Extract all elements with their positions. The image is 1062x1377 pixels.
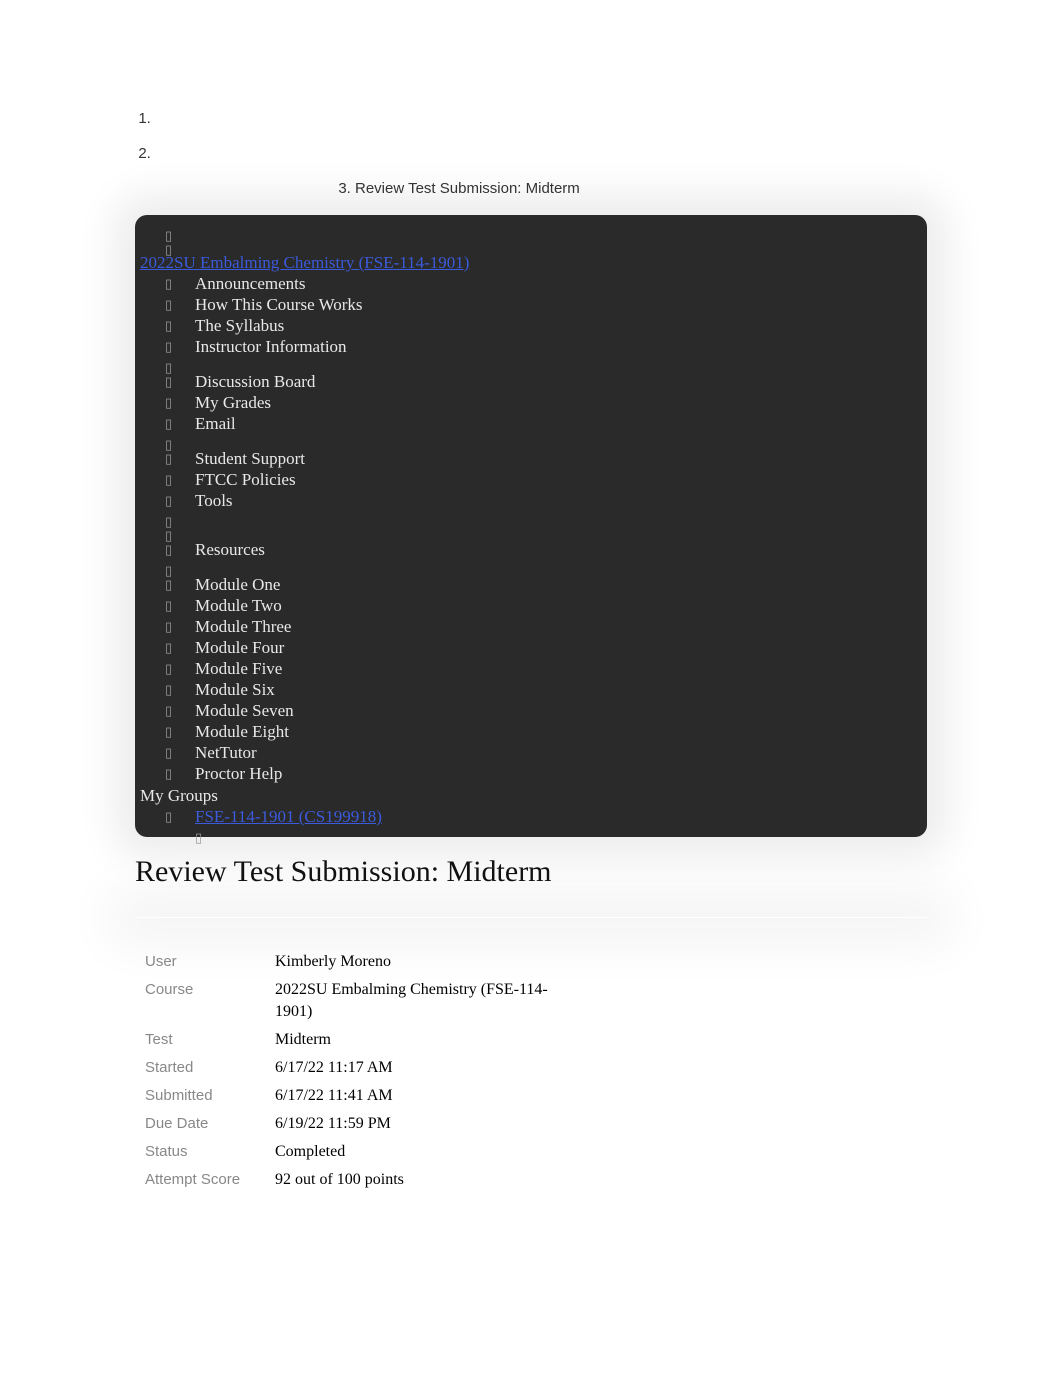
sidebar-item-label: Student Support [195, 449, 305, 468]
sidebar-item[interactable]: Module Eight [135, 721, 927, 742]
table-row: Course2022SU Embalming Chemistry (FSE-11… [145, 976, 575, 1026]
sidebar-item-label: Resources [195, 540, 265, 559]
info-label: Started [145, 1054, 275, 1082]
sidebar-item[interactable]: Module Seven [135, 700, 927, 721]
sidebar-spacer [135, 357, 927, 371]
submission-info-table: UserKimberly MorenoCourse2022SU Embalmin… [145, 948, 575, 1194]
sidebar-item[interactable]: Module One [135, 574, 927, 595]
sidebar-item[interactable]: Email [135, 413, 927, 434]
info-label: Due Date [145, 1110, 275, 1138]
sidebar-item-label: Module Eight [195, 722, 289, 741]
table-row: Attempt Score92 out of 100 points [145, 1166, 575, 1194]
sidebar-item-label: My Grades [195, 393, 271, 412]
sidebar-item-label: Module Four [195, 638, 284, 657]
sidebar-item[interactable]: Discussion Board [135, 371, 927, 392]
sidebar-item[interactable]: Announcements [135, 273, 927, 294]
sidebar-item-label: NetTutor [195, 743, 257, 762]
sidebar-item-label: Tools [195, 491, 233, 510]
sidebar-spacer [135, 560, 927, 574]
group-list: FSE-114-1901 (CS199918) [135, 806, 927, 827]
info-value: 6/19/22 11:59 PM [275, 1110, 575, 1138]
info-value: Kimberly Moreno [275, 948, 575, 976]
sidebar-item-label: The Syllabus [195, 316, 284, 335]
sidebar-item[interactable]: FTCC Policies [135, 469, 927, 490]
table-row: Due Date6/19/22 11:59 PM [145, 1110, 575, 1138]
table-row: UserKimberly Moreno [145, 948, 575, 976]
info-label: Submitted [145, 1082, 275, 1110]
sidebar-item[interactable]: Tools [135, 490, 927, 511]
sidebar-item[interactable]: My Grades [135, 392, 927, 413]
sidebar-item[interactable]: Student Support [135, 448, 927, 469]
breadcrumb-item-3: Review Test Submission: Midterm [355, 180, 927, 197]
sidebar-item[interactable]: Instructor Information [135, 336, 927, 357]
sidebar-item[interactable]: How This Course Works [135, 294, 927, 315]
sidebar-item[interactable]: The Syllabus [135, 315, 927, 336]
sidebar-spacer [135, 525, 927, 539]
sidebar-item-label: Module Two [195, 596, 282, 615]
sidebar-item-label: Module Five [195, 659, 282, 678]
sidebar-spacer [135, 434, 927, 448]
sidebar-item[interactable]: Module Five [135, 658, 927, 679]
info-label: Attempt Score [145, 1166, 275, 1194]
sidebar-item-label: How This Course Works [195, 295, 363, 314]
sidebar-item-label: Instructor Information [195, 337, 347, 356]
sidebar-item[interactable]: NetTutor [135, 742, 927, 763]
course-title-link[interactable]: 2022SU Embalming Chemistry (FSE-114-1901… [135, 253, 927, 273]
sidebar-item-label: Module Seven [195, 701, 294, 720]
sidebar-item-label: Announcements [195, 274, 305, 293]
sidebar-item-label: Email [195, 414, 236, 433]
sidebar-item[interactable]: Proctor Help [135, 763, 927, 784]
sidebar-item-label: Module Three [195, 617, 291, 636]
breadcrumb-item-1[interactable] [155, 110, 927, 127]
table-row: TestMidterm [145, 1026, 575, 1054]
info-value: 92 out of 100 points [275, 1166, 575, 1194]
sidebar-item[interactable]: Module Four [135, 637, 927, 658]
group-item-label: FSE-114-1901 (CS199918) [195, 807, 382, 826]
breadcrumb-item-2[interactable] [155, 145, 927, 162]
sidebar-nav: Announcements How This Course Works The Sy… [135, 273, 927, 784]
page-title: Review Test Submission: Midterm [135, 855, 927, 889]
sidebar-item-label: Proctor Help [195, 764, 282, 783]
info-value: 2022SU Embalming Chemistry (FSE-114-1901… [275, 976, 575, 1026]
sidebar-panel: 2022SU Embalming Chemistry (FSE-114-1901… [135, 215, 927, 837]
info-value: 6/17/22 11:17 AM [275, 1054, 575, 1082]
sidebar-item[interactable]: Module Three [135, 616, 927, 637]
info-value: Midterm [275, 1026, 575, 1054]
table-row: Submitted6/17/22 11:41 AM [145, 1082, 575, 1110]
my-groups-heading: My Groups [135, 786, 927, 806]
sidebar-item-label: Module One [195, 575, 280, 594]
info-value: 6/17/22 11:41 AM [275, 1082, 575, 1110]
breadcrumb: Review Test Submission: Midterm [135, 110, 927, 197]
table-row: Started6/17/22 11:17 AM [145, 1054, 575, 1082]
sidebar-spacer [135, 511, 927, 525]
sidebar-item-label: FTCC Policies [195, 470, 296, 489]
sidebar-spacer [135, 239, 927, 253]
info-label: User [145, 948, 275, 976]
info-value: Completed [275, 1138, 575, 1166]
info-label: Status [145, 1138, 275, 1166]
group-item[interactable]: FSE-114-1901 (CS199918) [135, 806, 927, 827]
sidebar-item-label: Discussion Board [195, 372, 315, 391]
sidebar-spacer [135, 225, 927, 239]
sidebar-item[interactable]: Resources [135, 539, 927, 560]
sidebar-item-label: Module Six [195, 680, 275, 699]
info-label: Test [145, 1026, 275, 1054]
sidebar-item[interactable]: Module Six [135, 679, 927, 700]
sidebar-item[interactable]: Module Two [135, 595, 927, 616]
table-row: StatusCompleted [145, 1138, 575, 1166]
info-label: Course [145, 976, 275, 1026]
